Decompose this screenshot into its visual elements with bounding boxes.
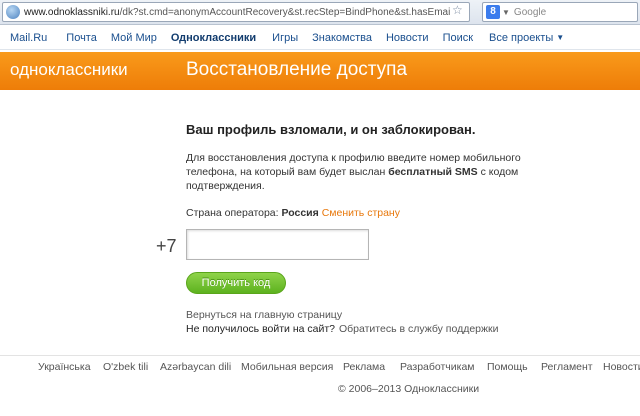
portal-nav: Mail.Ru Почта Мой Мир Одноклассники Игры… [0,26,640,50]
get-code-button[interactable]: Получить код [186,272,286,294]
footer-link-developers[interactable]: Разработчикам [400,361,475,373]
footer-link-ukrainian[interactable]: Українська [38,361,91,373]
support-row: Не получилось войти на сайт? Обратитесь в… [186,323,499,335]
bookmark-star-icon[interactable]: ☆ [452,3,463,17]
portal-item-my-world[interactable]: Мой Мир [111,32,157,44]
site-logo[interactable]: одноклассники [10,60,128,80]
back-to-home-link[interactable]: Вернуться на главную страницу [186,309,342,321]
country-value: Россия [281,207,319,219]
search-engine-icon: 8 [486,5,500,19]
portal-item-dating[interactable]: Знакомства [312,32,372,44]
portal-item-all-projects[interactable]: Все проекты [489,32,553,44]
recovery-description: Для восстановления доступа к профилю вве… [186,152,521,192]
country-label: Страна оператора: [186,207,282,219]
footer-link-ads[interactable]: Реклама [343,361,385,373]
portal-item-odnoklassniki[interactable]: Одноклассники [171,32,256,44]
footer-link-help[interactable]: Помощь [487,361,528,373]
browser-toolbar: www.odnoklassniki.ru/dk?st.cmd=anonymAcc… [0,0,640,25]
search-placeholder: Google [513,6,547,18]
footer-link-rules[interactable]: Регламент [541,361,593,373]
free-sms-text: бесплатный SMS [388,166,478,178]
operator-country: Страна оператора: Россия Сменить страну [186,207,400,219]
chevron-down-icon[interactable]: ▼ [556,33,564,42]
portal-item-search[interactable]: Поиск [443,32,473,44]
footer-link-mobile[interactable]: Мобильная версия [241,361,333,373]
footer-links: Українська O'zbek tili Azərbaycan dili М… [0,361,640,375]
portal-item-games[interactable]: Игры [272,32,298,44]
site-icon [6,5,20,19]
change-country-link[interactable]: Сменить страну [322,207,400,219]
footer-link-azerbaijani[interactable]: Azərbaycan dili [160,361,231,373]
support-link[interactable]: Обратитесь в службу поддержки [339,323,499,335]
footer-link-uzbek[interactable]: O'zbek tili [103,361,148,373]
chevron-down-icon[interactable]: ▼ [502,8,510,17]
portal-item-news[interactable]: Новости [386,32,429,44]
browser-search-box[interactable]: 8 ▼ Google [482,2,638,22]
address-bar[interactable]: www.odnoklassniki.ru/dk?st.cmd=anonymAcc… [2,2,470,22]
phone-prefix: +7 [156,236,177,256]
blocked-heading: Ваш профиль взломали, и он заблокирован. [186,122,476,137]
portal-item-mail[interactable]: Почта [66,32,97,44]
address-url: www.odnoklassniki.ru/dk?st.cmd=anonymAcc… [24,6,451,18]
portal-item-mailru[interactable]: Mail.Ru [10,32,47,44]
footer-divider [0,355,640,356]
phone-input[interactable] [186,229,369,260]
footer-link-news[interactable]: Новости [603,361,640,373]
copyright: © 2006–2013 Одноклассники [338,383,480,395]
site-banner: одноклассники Восстановление доступа [0,52,640,90]
page-title: Восстановление доступа [186,59,408,80]
login-problem-text: Не получилось войти на сайт? [186,323,335,335]
